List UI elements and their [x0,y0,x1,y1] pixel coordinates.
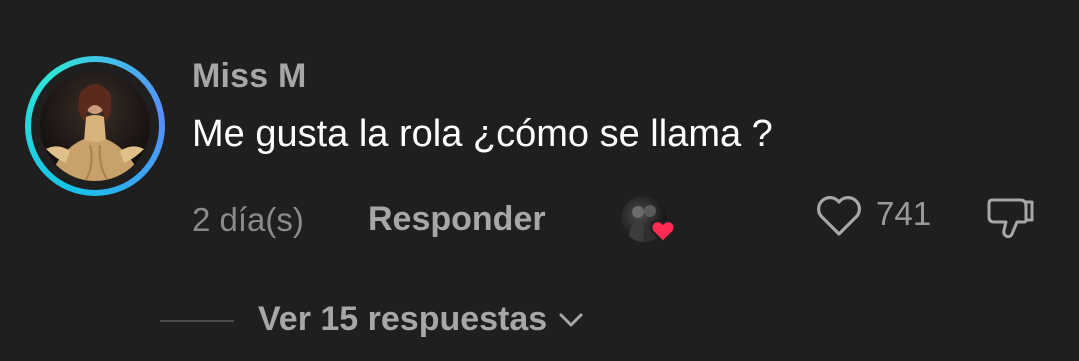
comment-text: Me gusta la rola ¿cómo se llama ? [192,113,773,155]
avatar [40,71,150,181]
replies-divider [160,320,234,322]
comment-item: Miss M Me gusta la rola ¿cómo se llama ?… [0,0,1079,361]
view-replies-button[interactable]: Ver 15 respuestas [258,300,585,339]
comment-username[interactable]: Miss M [192,57,307,96]
heart-icon [649,219,677,244]
reply-button[interactable]: Responder [368,200,546,239]
view-replies-label: Ver 15 respuestas [258,300,548,338]
liked-by-creator-badge [621,196,677,248]
thumbs-down-icon[interactable] [984,192,1038,242]
like-count: 741 [876,195,932,232]
comment-timestamp: 2 día(s) [192,201,304,238]
chevron-down-icon [559,313,583,326]
avatar-story-ring[interactable] [25,56,165,196]
avatar-photo [46,84,144,181]
heart-outline-icon[interactable] [813,192,865,240]
